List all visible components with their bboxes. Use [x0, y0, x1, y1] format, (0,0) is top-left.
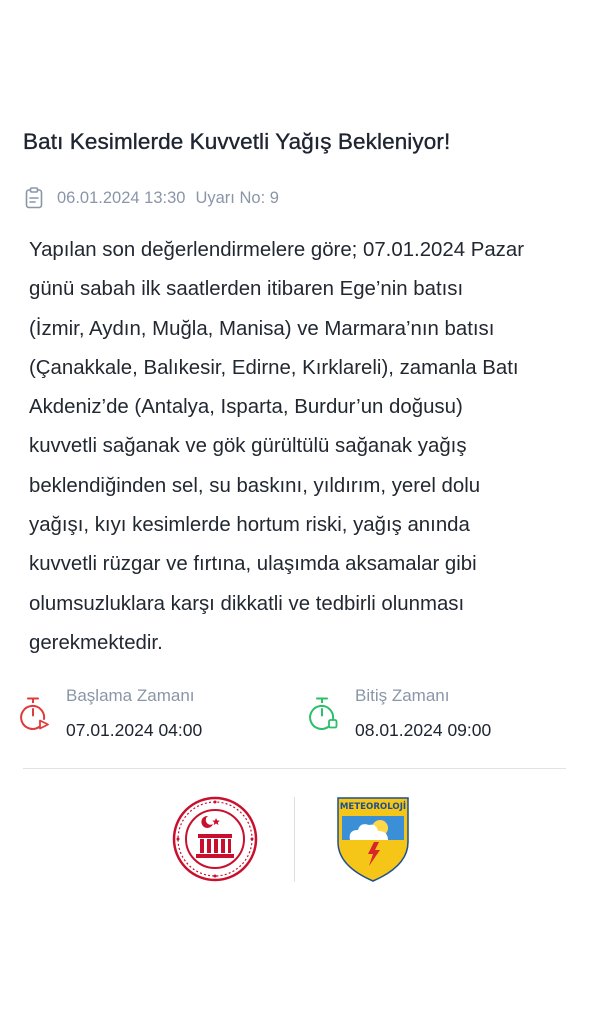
warning-date: 06.01.2024 13:30: [57, 188, 186, 207]
start-time-label: Başlama Zamanı: [66, 686, 195, 705]
divider: [23, 768, 566, 769]
body-line: kuvvetli rüzgar ve fırtına, ulaşımda aks…: [29, 553, 477, 576]
body-line: beklendiğinden sel, su baskını, yıldırım…: [29, 474, 481, 497]
body-line: (Çanakkale, Balıkesir, Edirne, Kırklarel…: [29, 356, 519, 379]
end-time-value: 08.01.2024 09:00: [355, 720, 492, 740]
meteoroloji-logo: METEOROLOJİ: [336, 796, 410, 882]
body-line: Akdeniz’de (Antalya, Isparta, Burdur’un …: [29, 396, 463, 419]
body-line: kuvvetli sağanak ve gök gürültülü sağana…: [29, 435, 467, 458]
clipboard-icon: [23, 186, 45, 210]
body-line: Yapılan son değerlendirmelere göre; 07.0…: [29, 239, 524, 261]
body-line: yağışı, kıyı kesimlerde hortum riski, ya…: [29, 514, 470, 537]
ministry-seal-logo: [172, 796, 258, 882]
body-line: günü sabah ilk saatlerden itibaren Ege’n…: [29, 278, 464, 301]
body-line: (İzmir, Aydın, Muğla, Manisa) ve Marmara…: [29, 317, 495, 340]
warning-title: Batı Kesimlerde Kuvvetli Yağış Bekleniyo…: [23, 129, 451, 154]
warning-number: Uyarı No: 9: [195, 188, 279, 207]
meteoroloji-text: METEOROLOJİ: [340, 801, 406, 812]
warning-body: Yapılan son değerlendirmelere göre; 07.0…: [29, 231, 564, 663]
body-line: gerekmektedir.: [29, 631, 163, 654]
end-time-label: Bitiş Zamanı: [355, 686, 450, 705]
start-time-value: 07.01.2024 04:00: [66, 720, 203, 740]
logo-divider: [294, 797, 295, 882]
stopwatch-icon: [308, 696, 338, 732]
warning-meta: 06.01.2024 13:30 Uyarı No: 9: [23, 186, 279, 210]
stopwatch-icon: [19, 696, 49, 732]
body-line: olumsuzluklara karşı dikkatli ve tedbirl…: [29, 592, 465, 615]
